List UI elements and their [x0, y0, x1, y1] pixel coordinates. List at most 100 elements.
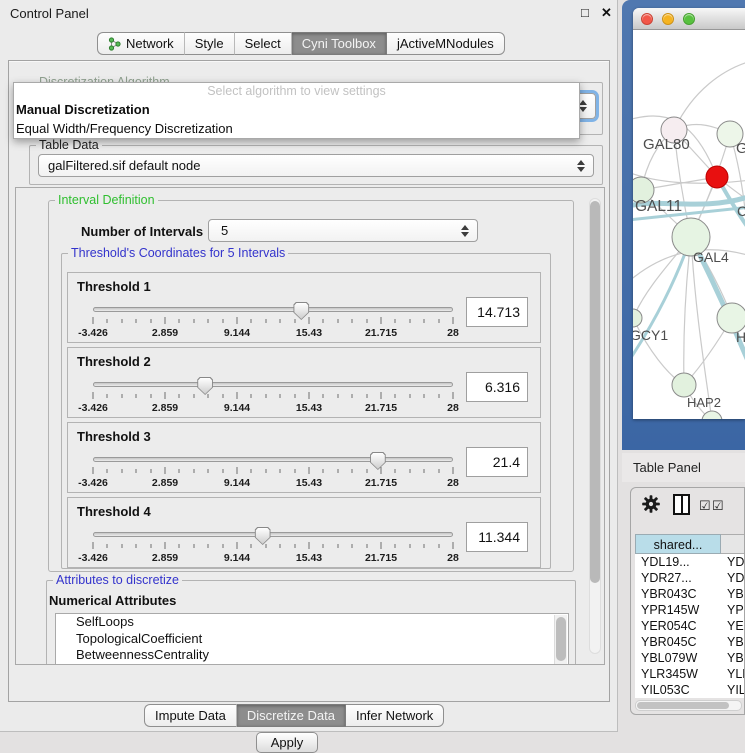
attribute-item-topologicalcoefficient[interactable]: TopologicalCoefficient [56, 631, 568, 648]
table-row[interactable]: YBL079WYBL0 [635, 650, 745, 666]
table-row[interactable]: YBR043CYBR0 [635, 586, 745, 602]
axis-tick-label: 9.144 [224, 552, 250, 564]
tick-mark [179, 319, 180, 323]
axis-tick-label: 15.43 [296, 402, 322, 414]
attributes-group-title: Attributes to discretize [53, 573, 182, 587]
network-node[interactable] [702, 411, 722, 419]
tick-mark [107, 469, 108, 473]
tab-cyni-toolbox[interactable]: Cyni Toolbox [292, 32, 387, 55]
table-cell: YDR2 [721, 570, 745, 586]
tick-mark [179, 394, 180, 398]
tick-mark [121, 544, 122, 548]
network-canvas[interactable]: GAL80GAGAL11CGAL4GCY1HHAP2 [633, 30, 745, 419]
popup-option-manual-discretization[interactable]: Manual Discretization [14, 100, 579, 119]
table-row[interactable]: YER054CYER0 [635, 618, 745, 634]
slider-track[interactable] [93, 307, 453, 312]
network-node-label: HAP2 [687, 395, 721, 410]
numerical-attributes-list[interactable]: SelfLoopsTopologicalCoefficientBetweenne… [55, 613, 569, 665]
table-row[interactable]: YLR345WYLR3 [635, 666, 745, 682]
network-window-titlebar[interactable] [633, 8, 745, 30]
axis-tick-label: 21.715 [365, 552, 397, 564]
tick-mark [165, 392, 166, 399]
column-header-n[interactable]: n [721, 534, 745, 554]
threshold-slider[interactable]: -3.4262.8599.14415.4321.71528 [93, 378, 453, 418]
apply-button[interactable]: Apply [256, 732, 318, 753]
attributes-list-scrollbar[interactable] [554, 615, 567, 665]
attribute-item-selfloops[interactable]: SelfLoops [56, 614, 568, 631]
network-node[interactable] [633, 309, 642, 327]
table-row[interactable]: YIL053CYIL0 [635, 682, 745, 698]
threshold-slider[interactable]: -3.4262.8599.14415.4321.71528 [93, 528, 453, 568]
tick-mark [121, 394, 122, 398]
minimize-traffic-light[interactable] [662, 13, 674, 25]
tick-mark [409, 319, 410, 323]
table-row[interactable]: YBR045CYBR0 [635, 634, 745, 650]
table-data-combobox[interactable]: galFiltered.sif default node [38, 154, 594, 177]
network-graph[interactable]: GAL80GAGAL11CGAL4GCY1HHAP2 [633, 30, 745, 419]
table-cell: YDR27... [635, 570, 721, 586]
table-row[interactable]: YDR27...YDR2 [635, 570, 745, 586]
float-window-icon[interactable]: □ [581, 5, 589, 20]
threshold-slider[interactable]: -3.4262.8599.14415.4321.71528 [93, 303, 453, 343]
tick-mark [93, 392, 94, 399]
zoom-traffic-light[interactable] [683, 13, 695, 25]
popup-option-equal-width-frequency-discretization[interactable]: Equal Width/Frequency Discretization [14, 119, 579, 138]
network-edge-highlighted[interactable] [633, 237, 691, 362]
threshold-slider[interactable]: -3.4262.8599.14415.4321.71528 [93, 453, 453, 493]
column-header-shared[interactable]: shared... [635, 534, 721, 554]
attributes-scrollbar-thumb[interactable] [556, 617, 566, 661]
tab-network[interactable]: Network [97, 32, 185, 55]
tab-jactivemnodules[interactable]: jActiveMNodules [387, 32, 505, 55]
network-icon [108, 37, 121, 51]
axis-tick-label: 2.859 [152, 552, 178, 564]
axis-tick-label: 21.715 [365, 402, 397, 414]
tick-mark [294, 469, 295, 473]
slider-track[interactable] [93, 457, 453, 462]
tab-label: Discretize Data [247, 708, 335, 723]
network-edge[interactable] [674, 62, 745, 130]
pane-scrollbar-thumb[interactable] [590, 201, 600, 583]
threshold-value-field[interactable]: 14.713 [466, 297, 528, 327]
tab-infer-network[interactable]: Infer Network [346, 704, 444, 727]
checkbox-icon[interactable]: ☑ [712, 498, 724, 514]
slider-axis-labels: -3.4262.8599.14415.4321.71528 [93, 552, 453, 565]
algorithm-dropdown-popup: Select algorithm to view settingsManual … [13, 82, 580, 139]
tab-style[interactable]: Style [185, 32, 235, 55]
tab-select[interactable]: Select [235, 32, 292, 55]
slider-ticks [93, 392, 453, 400]
threshold-4-box: Threshold 4-3.4262.8599.14415.4321.71528… [67, 497, 541, 568]
table-row[interactable]: YDL19...YDL1 [635, 554, 745, 570]
attribute-item-betweennesscentrality[interactable]: BetweennessCentrality [56, 647, 568, 664]
network-node-label: GCY1 [633, 327, 668, 343]
tab-impute-data[interactable]: Impute Data [144, 704, 237, 727]
threshold-value-field[interactable]: 21.4 [466, 447, 528, 477]
tick-mark [438, 469, 439, 473]
tick-mark [150, 319, 151, 323]
tick-mark [453, 392, 454, 399]
tick-mark [424, 469, 425, 473]
table-hscrollbar-thumb[interactable] [637, 702, 729, 709]
table-panel-titlebar: Table Panel [622, 453, 745, 482]
split-columns-icon[interactable] [673, 494, 690, 515]
threshold-value-field[interactable]: 11.344 [466, 522, 528, 552]
threshold-value-field[interactable]: 6.316 [466, 372, 528, 402]
checkbox-icon[interactable]: ☑ [699, 498, 711, 514]
slider-track[interactable] [93, 382, 453, 387]
number-of-intervals-combobox[interactable]: 5 [208, 219, 478, 242]
tick-mark [337, 469, 338, 473]
close-traffic-light[interactable] [641, 13, 653, 25]
table-horizontal-scrollbar[interactable] [635, 700, 742, 711]
table-panel: ☑ ☑ shared...n YDL19...YDL1YDR27...YDR2Y… [630, 487, 745, 715]
tab-discretize-data[interactable]: Discretize Data [237, 704, 346, 727]
network-node[interactable] [706, 166, 728, 188]
settings-gear-icon[interactable] [641, 494, 661, 514]
pane-scrollbar[interactable] [589, 198, 601, 654]
tab-label: Infer Network [356, 708, 433, 723]
table-cell: YDL1 [721, 554, 745, 570]
slider-track[interactable] [93, 532, 453, 537]
tick-mark [366, 469, 367, 473]
table-row[interactable]: YPR145WYPR1 [635, 602, 745, 618]
network-edge[interactable] [684, 237, 691, 385]
close-icon[interactable]: ✕ [601, 5, 612, 21]
network-node[interactable] [672, 373, 696, 397]
